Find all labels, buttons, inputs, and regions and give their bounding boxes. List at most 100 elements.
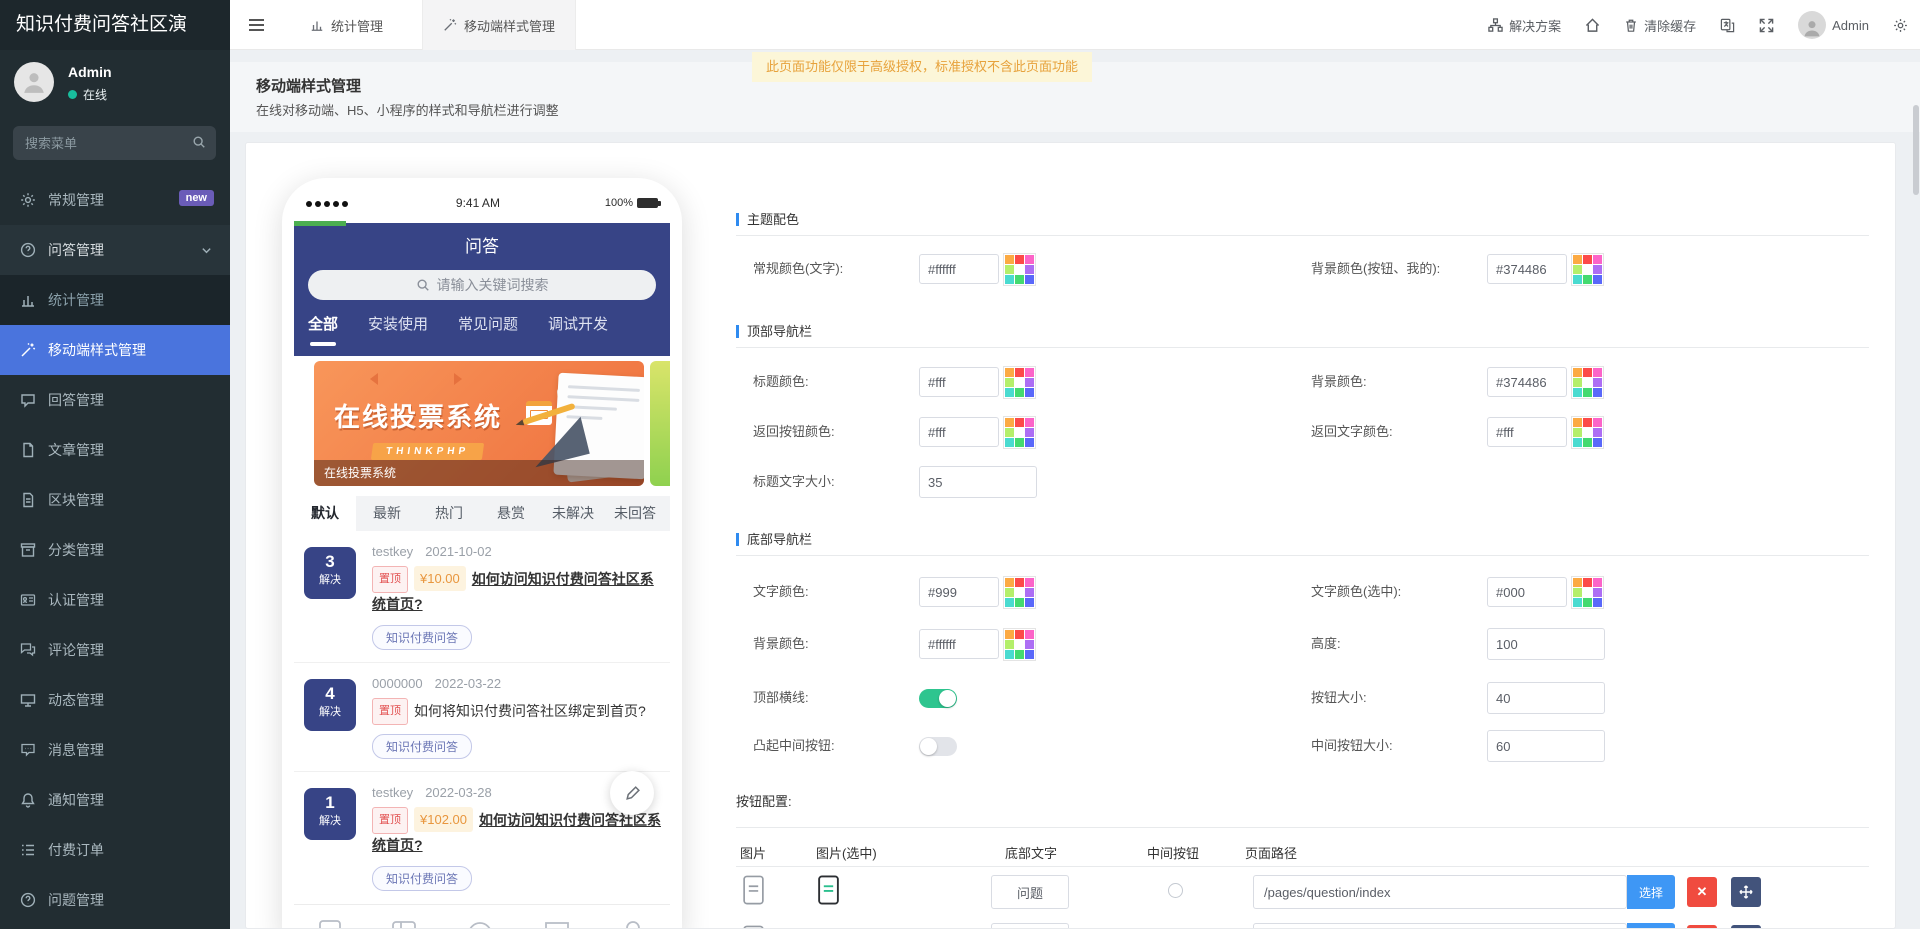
- page-path-input[interactable]: [1253, 923, 1627, 929]
- color-picker[interactable]: [1003, 253, 1036, 286]
- pinned-badge: 置顶: [372, 807, 408, 834]
- bell-icon: [20, 792, 37, 808]
- center-button-size-input[interactable]: [1487, 730, 1605, 762]
- language-button[interactable]: [1720, 18, 1735, 33]
- color-picker[interactable]: [1003, 628, 1036, 661]
- title-color-input[interactable]: [919, 367, 999, 397]
- tab-statistics[interactable]: 统计管理: [290, 0, 403, 50]
- back-button-color-input[interactable]: [919, 417, 999, 447]
- sidebar-item-messages[interactable]: 消息管理: [0, 725, 230, 775]
- magic-wand-icon: [443, 18, 457, 32]
- title-font-size-input[interactable]: [919, 466, 1037, 498]
- question-circle-icon: [20, 242, 37, 258]
- text-color-input[interactable]: [919, 254, 999, 284]
- bottom-text-input[interactable]: [991, 875, 1069, 909]
- move-row-button[interactable]: [1731, 925, 1761, 929]
- sidebar-item-categories[interactable]: 分类管理: [0, 525, 230, 575]
- divider: [736, 235, 1869, 236]
- question-title: 如何将知识付费问答社区绑定到首页?: [414, 703, 646, 719]
- fullscreen-button[interactable]: [1759, 18, 1774, 33]
- sidebar-item-mobile-style[interactable]: 移动端样式管理: [0, 325, 230, 375]
- color-picker[interactable]: [1003, 576, 1036, 609]
- sidebar-item-qa-group[interactable]: 问答管理: [0, 225, 230, 275]
- edit-style-button[interactable]: [610, 771, 654, 815]
- category-tag: 知识付费问答: [372, 625, 472, 650]
- bar-chart-icon: [310, 18, 324, 32]
- price-badge: ¥102.00: [414, 807, 473, 832]
- solution-button[interactable]: 解决方案: [1488, 16, 1561, 35]
- question-list: 3解决 testkey2021-10-02 置顶¥10.00如何访问知识付费问答…: [294, 531, 670, 903]
- settings-button[interactable]: [1893, 18, 1908, 33]
- field-label: 背景颜色:: [753, 629, 809, 659]
- author: testkey: [372, 785, 413, 800]
- sidebar-item-answers[interactable]: 回答管理: [0, 375, 230, 425]
- scrollbar[interactable]: [1913, 105, 1919, 195]
- bottom-text-input[interactable]: [991, 923, 1069, 929]
- bg-color-input[interactable]: [1487, 254, 1567, 284]
- nav-button-image-selected-icon[interactable]: [817, 875, 840, 905]
- phone-tab-all: 全部: [308, 313, 338, 346]
- page-path-input[interactable]: [1253, 875, 1627, 909]
- sidebar-item-statistics[interactable]: 统计管理: [0, 275, 230, 325]
- color-picker[interactable]: [1003, 366, 1036, 399]
- answer-count: 1: [304, 794, 356, 812]
- color-picker[interactable]: [1003, 416, 1036, 449]
- sidebar-item-paid-orders[interactable]: 付费订单: [0, 825, 230, 875]
- question-item: 4解决 00000002022-03-22 置顶如何将知识付费问答社区绑定到首页…: [294, 663, 670, 772]
- sidebar-item-general[interactable]: 常规管理 new: [0, 175, 230, 225]
- monitor-icon: [20, 692, 37, 708]
- sidebar-item-certification[interactable]: 认证管理: [0, 575, 230, 625]
- topnav-bg-color-input[interactable]: [1487, 367, 1567, 397]
- hamburger-menu-button[interactable]: [230, 0, 282, 50]
- language-icon: [1720, 18, 1735, 33]
- color-picker[interactable]: [1571, 366, 1604, 399]
- sidebar-item-blocks[interactable]: 区块管理: [0, 475, 230, 525]
- home-button[interactable]: [1585, 18, 1600, 33]
- color-picker[interactable]: [1571, 416, 1604, 449]
- bottom-bg-color-input[interactable]: [919, 629, 999, 659]
- delete-row-button[interactable]: ✕: [1687, 877, 1717, 907]
- nav-button-image-icon[interactable]: [742, 875, 765, 905]
- field-label: 背景颜色:: [1311, 367, 1367, 397]
- field-label: 高度:: [1311, 629, 1341, 659]
- sidebar-item-comments[interactable]: 评论管理: [0, 625, 230, 675]
- color-picker[interactable]: [1571, 253, 1604, 286]
- color-picker[interactable]: [1571, 576, 1604, 609]
- move-row-button[interactable]: [1731, 877, 1761, 907]
- bottom-text-color-selected-input[interactable]: [1487, 577, 1567, 607]
- divider: [736, 866, 1869, 867]
- solved-label: 解决: [304, 812, 356, 828]
- phone-list-tabs: 默认 最新 热门 悬赏 未解决 未回答: [294, 496, 670, 531]
- phone-navbar: 问答 请输入关键词搜索 全部 安装使用 常见问题 调试开发: [294, 223, 670, 356]
- back-text-color-input[interactable]: [1487, 417, 1567, 447]
- clear-cache-button[interactable]: 清除缓存: [1624, 16, 1696, 35]
- phone-preview: 9:41 AM 100% 问答 请输入关键词搜索 全部 安装使用 常见问题 调试…: [282, 178, 682, 929]
- select-button[interactable]: 选择: [1627, 875, 1675, 909]
- sidebar-item-dynamics[interactable]: 动态管理: [0, 675, 230, 725]
- bottom-text-color-input[interactable]: [919, 577, 999, 607]
- tab-mobile-style[interactable]: 移动端样式管理: [422, 0, 576, 50]
- gear-icon: [20, 192, 37, 208]
- file-icon: [20, 442, 37, 458]
- carousel-next-icon: [454, 373, 462, 385]
- user-menu[interactable]: Admin: [1798, 11, 1869, 39]
- select-button[interactable]: 选择: [1627, 923, 1675, 929]
- top-line-toggle[interactable]: [919, 689, 957, 708]
- sidebar-menu: 常规管理 new 问答管理 统计管理 移动端样式管理 回答管理 文章管理 区块管…: [0, 0, 230, 929]
- field-label: 常规颜色(文字):: [753, 254, 843, 284]
- bottomnav-profile-icon: [620, 919, 646, 929]
- phone-tab-debug: 调试开发: [548, 313, 608, 346]
- file-text-icon: [20, 492, 37, 508]
- delete-row-button[interactable]: ✕: [1687, 925, 1717, 929]
- bar-height-input[interactable]: [1487, 628, 1605, 660]
- sidebar-item-articles[interactable]: 文章管理: [0, 425, 230, 475]
- magic-wand-icon: [20, 342, 37, 358]
- center-button-radio[interactable]: [1168, 883, 1183, 898]
- sidebar-item-notifications[interactable]: 通知管理: [0, 775, 230, 825]
- button-size-input[interactable]: [1487, 682, 1605, 714]
- nav-button-image-icon[interactable]: [742, 925, 765, 929]
- sidebar-item-questions[interactable]: 问题管理: [0, 875, 230, 925]
- field-label: 背景颜色(按钮、我的):: [1311, 254, 1440, 284]
- topbar-actions: 解决方案 清除缓存 Admin: [1488, 0, 1908, 50]
- raised-center-button-toggle[interactable]: [919, 737, 957, 756]
